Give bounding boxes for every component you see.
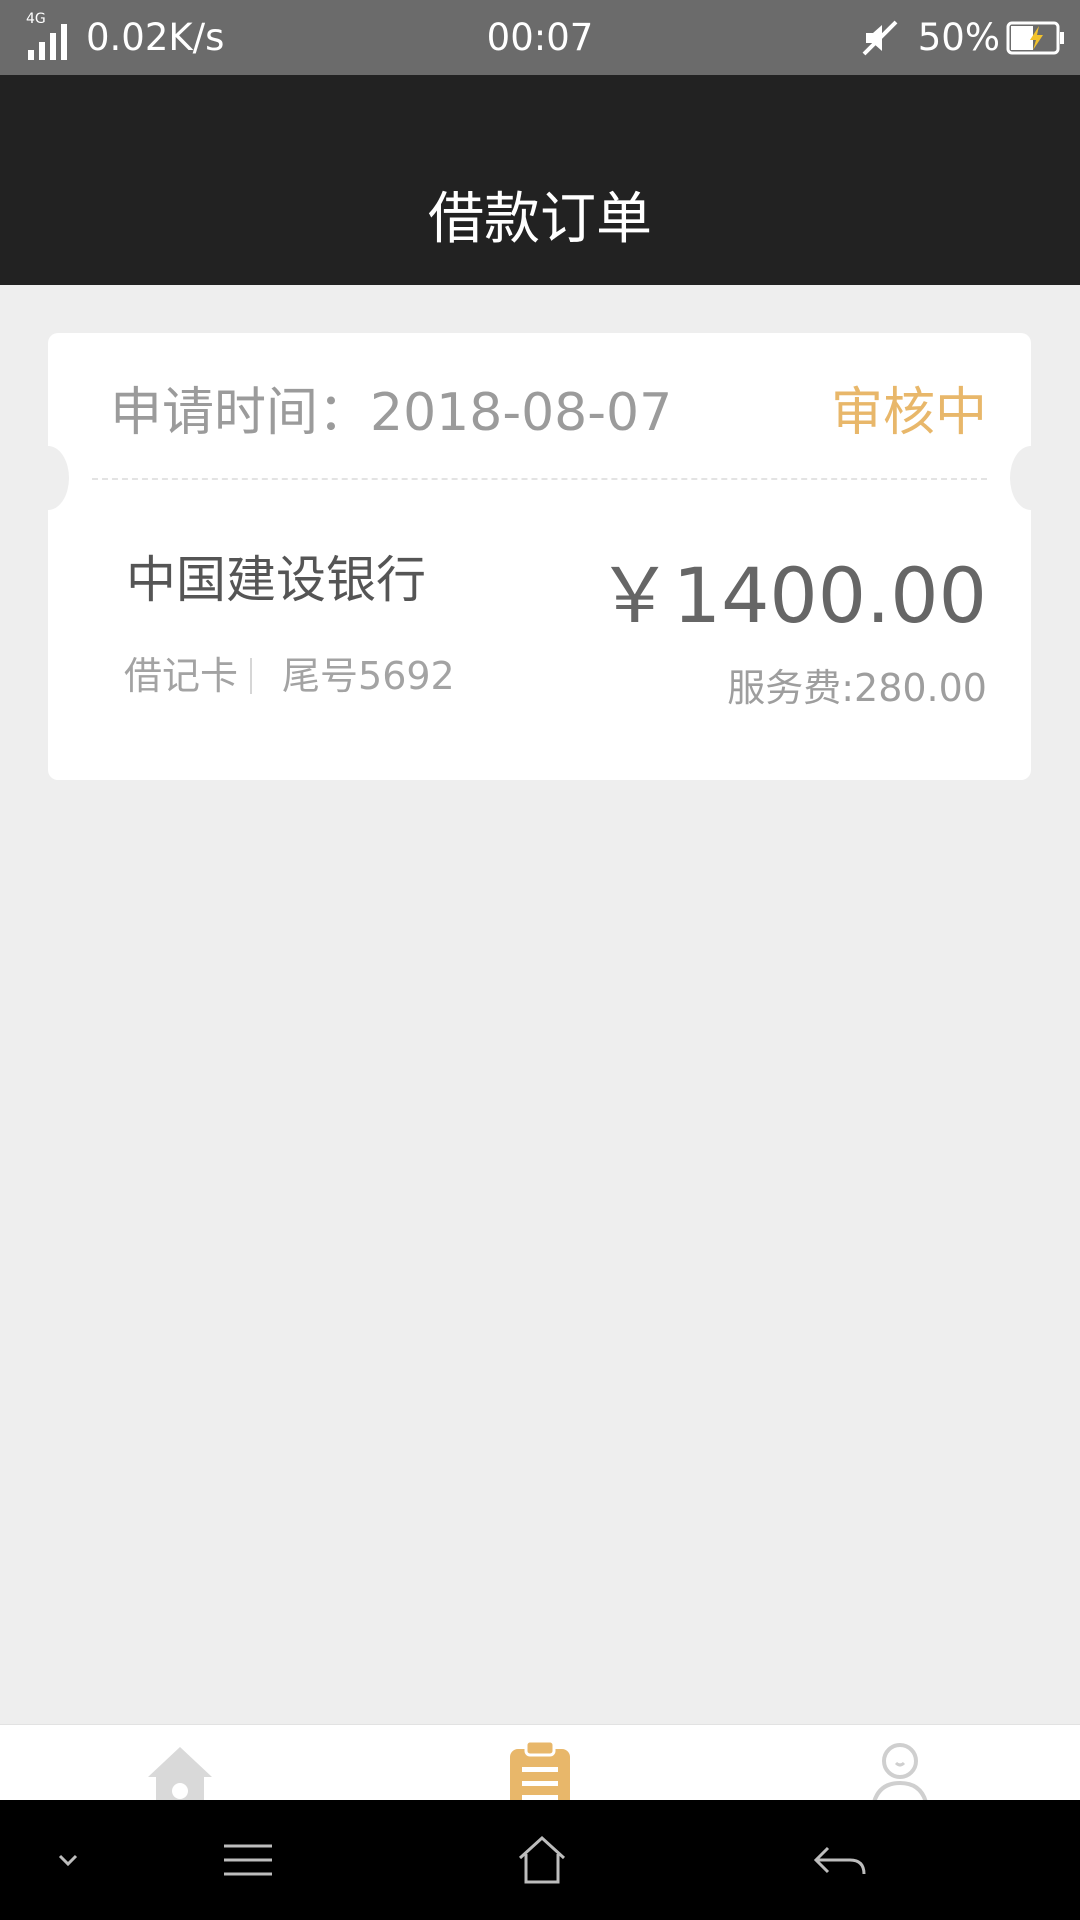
separator: [250, 658, 253, 694]
battery-percent: 50%: [917, 16, 1000, 59]
home-icon[interactable]: [510, 1830, 574, 1890]
card-info: 借记卡 尾号5692: [124, 651, 455, 701]
mute-icon: [862, 20, 898, 55]
divider: [92, 478, 987, 480]
loan-amount: ￥1400.00: [596, 551, 987, 640]
app-header: 借款订单: [0, 75, 1080, 285]
menu-icon[interactable]: [218, 1830, 282, 1890]
apply-time: 申请时间：2018-08-07: [110, 383, 673, 443]
card-notch-left: [27, 446, 69, 510]
back-icon[interactable]: [808, 1830, 872, 1890]
clipboard-icon[interactable]: [500, 1739, 580, 1801]
status-right: 50%: [860, 0, 1066, 75]
card-tail-number: 尾号5692: [282, 654, 455, 698]
order-card[interactable]: 申请时间：2018-08-07 审核中 中国建设银行 借记卡 尾号5692 ￥1…: [48, 333, 1031, 780]
status-bar: 4G 0.02K/s 00:07 50%: [0, 0, 1080, 75]
status-badge: 审核中: [830, 383, 987, 443]
bank-name: 中国建设银行: [126, 551, 426, 609]
battery-icon: [1006, 21, 1064, 54]
page-title: 借款订单: [428, 187, 652, 252]
user-icon[interactable]: [860, 1739, 940, 1801]
chevron-down-icon[interactable]: [36, 1830, 100, 1890]
service-fee: 服务费:280.00: [727, 666, 987, 710]
system-nav-bar: [0, 1800, 1080, 1920]
card-notch-right: [1010, 446, 1052, 510]
card-type: 借记卡: [124, 654, 239, 698]
home-icon[interactable]: [140, 1739, 220, 1801]
tab-bar: [0, 1724, 1080, 1801]
